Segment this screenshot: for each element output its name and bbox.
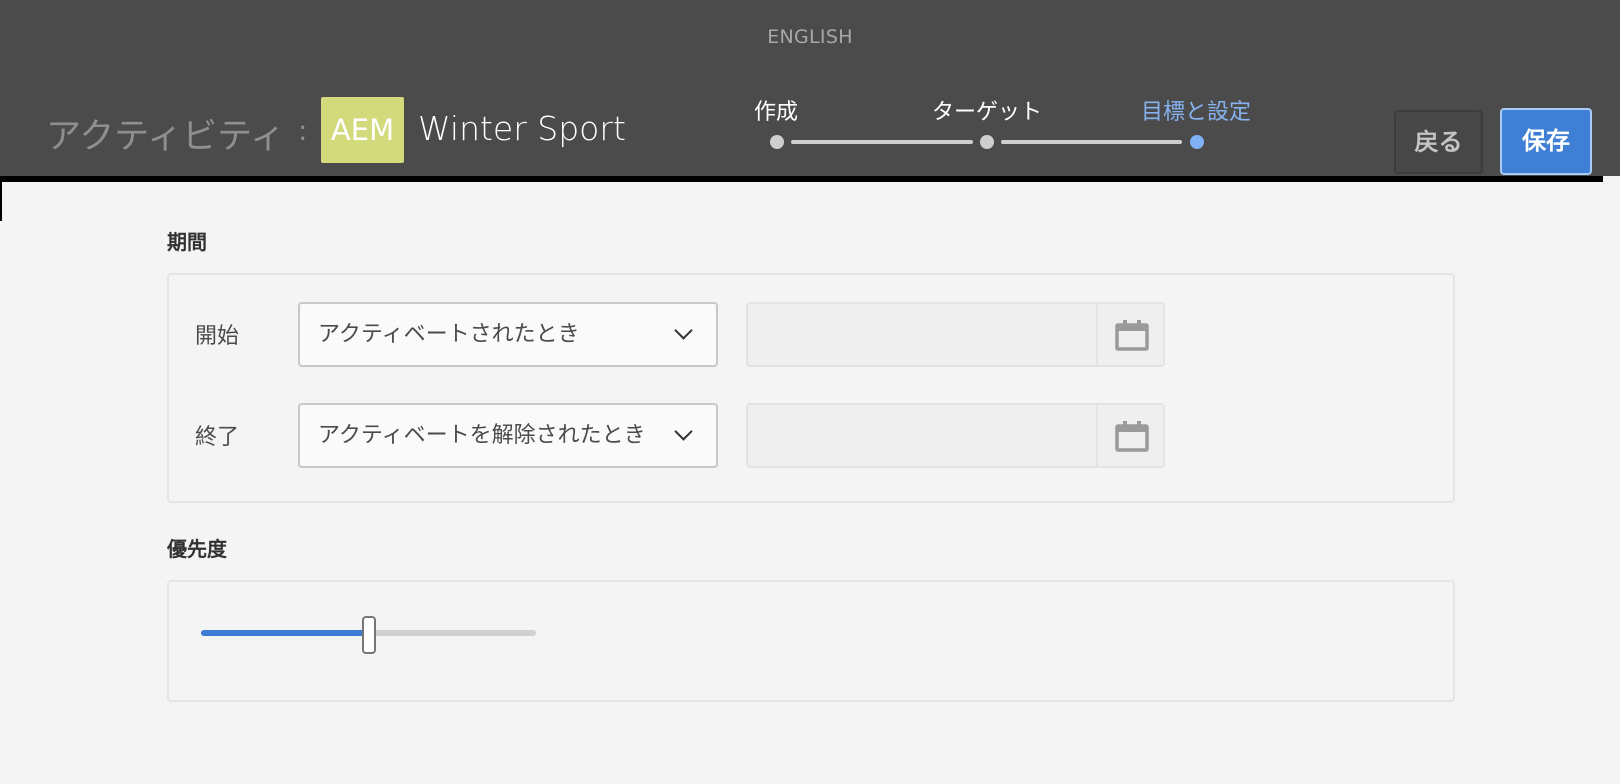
end-trigger-value: アクティベートを解除されたとき	[318, 423, 646, 448]
step-connector	[1001, 140, 1182, 144]
step-goals-settings-dot[interactable]	[1190, 135, 1204, 149]
language-indicator[interactable]: ENGLISH	[0, 26, 1620, 48]
priority-slider[interactable]	[201, 616, 536, 654]
chevron-down-icon	[674, 321, 693, 340]
end-date-input[interactable]	[746, 403, 1096, 468]
duration-section-title: 期間	[167, 230, 207, 254]
start-trigger-value: アクティベートされたとき	[318, 322, 580, 347]
start-trigger-dropdown[interactable]: アクティベートされたとき	[298, 302, 718, 367]
activity-name: Winter Sport	[418, 109, 626, 148]
calendar-icon	[1115, 320, 1149, 351]
slider-handle[interactable]	[362, 616, 376, 654]
left-edge-divider	[0, 176, 2, 221]
top-header: ENGLISH アクティビティ : AEM Winter Sport 作成 ター…	[0, 0, 1620, 176]
start-date-calendar-button[interactable]	[1096, 302, 1165, 367]
step-create-dot[interactable]	[770, 135, 784, 149]
chevron-down-icon	[674, 422, 693, 441]
end-date-calendar-button[interactable]	[1096, 403, 1165, 468]
header-divider	[0, 176, 1603, 182]
step-create-label[interactable]: 作成	[754, 94, 798, 126]
activity-label: アクティビティ	[46, 117, 286, 157]
activity-type-badge: AEM	[321, 97, 404, 163]
end-label: 終了	[195, 425, 240, 450]
priority-section-title: 優先度	[167, 537, 227, 561]
step-connector	[791, 140, 973, 144]
calendar-icon	[1115, 421, 1149, 452]
step-goals-settings-label[interactable]: 目標と設定	[1141, 94, 1251, 126]
save-button[interactable]: 保存	[1500, 108, 1592, 175]
slider-fill	[201, 630, 369, 636]
start-label: 開始	[195, 324, 240, 349]
end-trigger-dropdown[interactable]: アクティベートを解除されたとき	[298, 403, 718, 468]
step-target-dot[interactable]	[980, 135, 994, 149]
back-button[interactable]: 戻る	[1394, 110, 1483, 174]
start-date-input[interactable]	[746, 302, 1096, 367]
activity-separator: :	[298, 114, 308, 147]
step-target-label[interactable]: ターゲット	[932, 94, 1042, 126]
